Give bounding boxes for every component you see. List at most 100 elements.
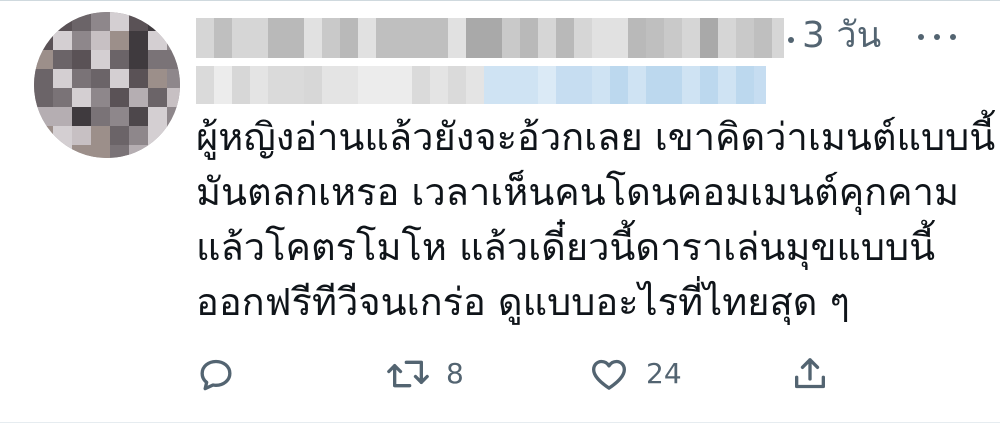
avatar-pixel [110, 50, 129, 69]
avatar-pixel [91, 12, 110, 31]
blur-block [520, 66, 538, 104]
avatar-pixel [91, 31, 110, 50]
avatar-pixel [34, 12, 53, 31]
blurred-display-name[interactable] [196, 18, 784, 58]
blur-block [340, 18, 358, 58]
blur-block [556, 66, 574, 104]
blur-block [322, 66, 340, 104]
tweet-text: ผู้หญิงอ่านแล้วยังจะอ้วกเลย เขาคิดว่าเมน… [196, 110, 996, 330]
avatar-pixel [91, 69, 110, 88]
avatar-pixel [110, 88, 129, 107]
avatar-pixel [110, 145, 129, 158]
avatar-pixel [72, 12, 91, 31]
blur-block [394, 18, 412, 58]
avatar-pixel [72, 88, 91, 107]
avatar-pixel [129, 50, 148, 69]
blur-block [610, 66, 628, 104]
blur-block [502, 66, 520, 104]
blur-block [592, 66, 610, 104]
blur-block [286, 18, 304, 58]
avatar-pixel [72, 31, 91, 50]
blur-block [502, 18, 520, 58]
avatar-pixel [34, 69, 53, 88]
blur-block [700, 18, 718, 58]
blur-block [412, 66, 430, 104]
blur-block [268, 66, 286, 104]
avatar-pixel [72, 50, 91, 69]
avatar-pixel [167, 12, 180, 31]
avatar-pixel [34, 50, 53, 69]
blur-block [484, 18, 502, 58]
blur-block [430, 66, 448, 104]
more-icon-dot [934, 34, 940, 40]
tweet[interactable]: 3 วัน ผู้หญิงอ่านแล้วยังจะอ้วกเลย เขาคิด… [0, 0, 1000, 431]
reply-button[interactable] [196, 354, 252, 394]
more-icon-dot [950, 34, 956, 40]
avatar-pixel [72, 145, 91, 158]
blur-block [322, 18, 340, 58]
avatar-pixel [167, 107, 180, 126]
share-button[interactable] [790, 354, 846, 394]
avatar-pixel [167, 126, 180, 145]
blurred-username[interactable] [196, 66, 766, 104]
avatar-pixel [148, 88, 167, 107]
blur-block [700, 66, 718, 104]
divider-bottom [0, 422, 1000, 423]
blur-block [682, 18, 700, 58]
like-button[interactable]: 24 [588, 354, 682, 394]
divider-top [0, 0, 1000, 1]
reply-icon [200, 359, 232, 391]
blur-block [196, 66, 214, 104]
like-count: 24 [646, 357, 682, 390]
avatar-pixel [129, 107, 148, 126]
blur-block [358, 18, 376, 58]
blur-block [214, 66, 232, 104]
avatar-pixel [53, 126, 72, 145]
heart-icon [592, 359, 626, 390]
blur-block [466, 66, 484, 104]
avatar-pixel [148, 12, 167, 31]
blur-block [592, 18, 610, 58]
more-options-button[interactable] [912, 18, 962, 54]
blur-block [214, 18, 232, 58]
avatar-pixel [34, 126, 53, 145]
tweet-text-line: ผู้หญิงอ่านแล้วยังจะอ้วกเลย เขาคิดว่าเมน… [196, 115, 996, 159]
avatar-pixel [110, 69, 129, 88]
avatar-pixel [91, 126, 110, 145]
tweet-text-line: มันตลกเหรอ เวลาเห็นคนโดนคอมเมนต์คุกคาม [196, 170, 959, 214]
blur-block [574, 18, 592, 58]
blur-block [448, 18, 466, 58]
separator-dot [788, 37, 794, 43]
blur-block [718, 18, 736, 58]
blur-block [196, 18, 214, 58]
avatar-pixel [129, 88, 148, 107]
avatar-pixel [53, 145, 72, 158]
avatar-pixel [129, 31, 148, 50]
blur-block [772, 18, 784, 58]
blur-block [628, 66, 646, 104]
timestamp[interactable]: 3 วัน [802, 14, 881, 58]
blur-block [466, 18, 484, 58]
avatar-pixel [167, 50, 180, 69]
avatar[interactable] [34, 12, 180, 158]
avatar-pixel [148, 31, 167, 50]
avatar-pixel [91, 88, 110, 107]
avatar-pixel [148, 107, 167, 126]
blur-block [340, 66, 358, 104]
avatar-pixel [148, 50, 167, 69]
avatar-pixel [91, 107, 110, 126]
avatar-pixel [53, 107, 72, 126]
avatar-pixel [148, 69, 167, 88]
blur-block [664, 66, 682, 104]
avatar-pixel [72, 107, 91, 126]
blur-block [538, 66, 556, 104]
blur-block [286, 66, 304, 104]
retweet-button[interactable]: 8 [386, 354, 464, 394]
retweet-icon [387, 360, 429, 388]
avatar-pixel [167, 31, 180, 50]
avatar-pixel [167, 88, 180, 107]
blur-block [664, 18, 682, 58]
avatar-pixel [34, 145, 53, 158]
blur-block [250, 66, 268, 104]
blur-block [358, 66, 376, 104]
